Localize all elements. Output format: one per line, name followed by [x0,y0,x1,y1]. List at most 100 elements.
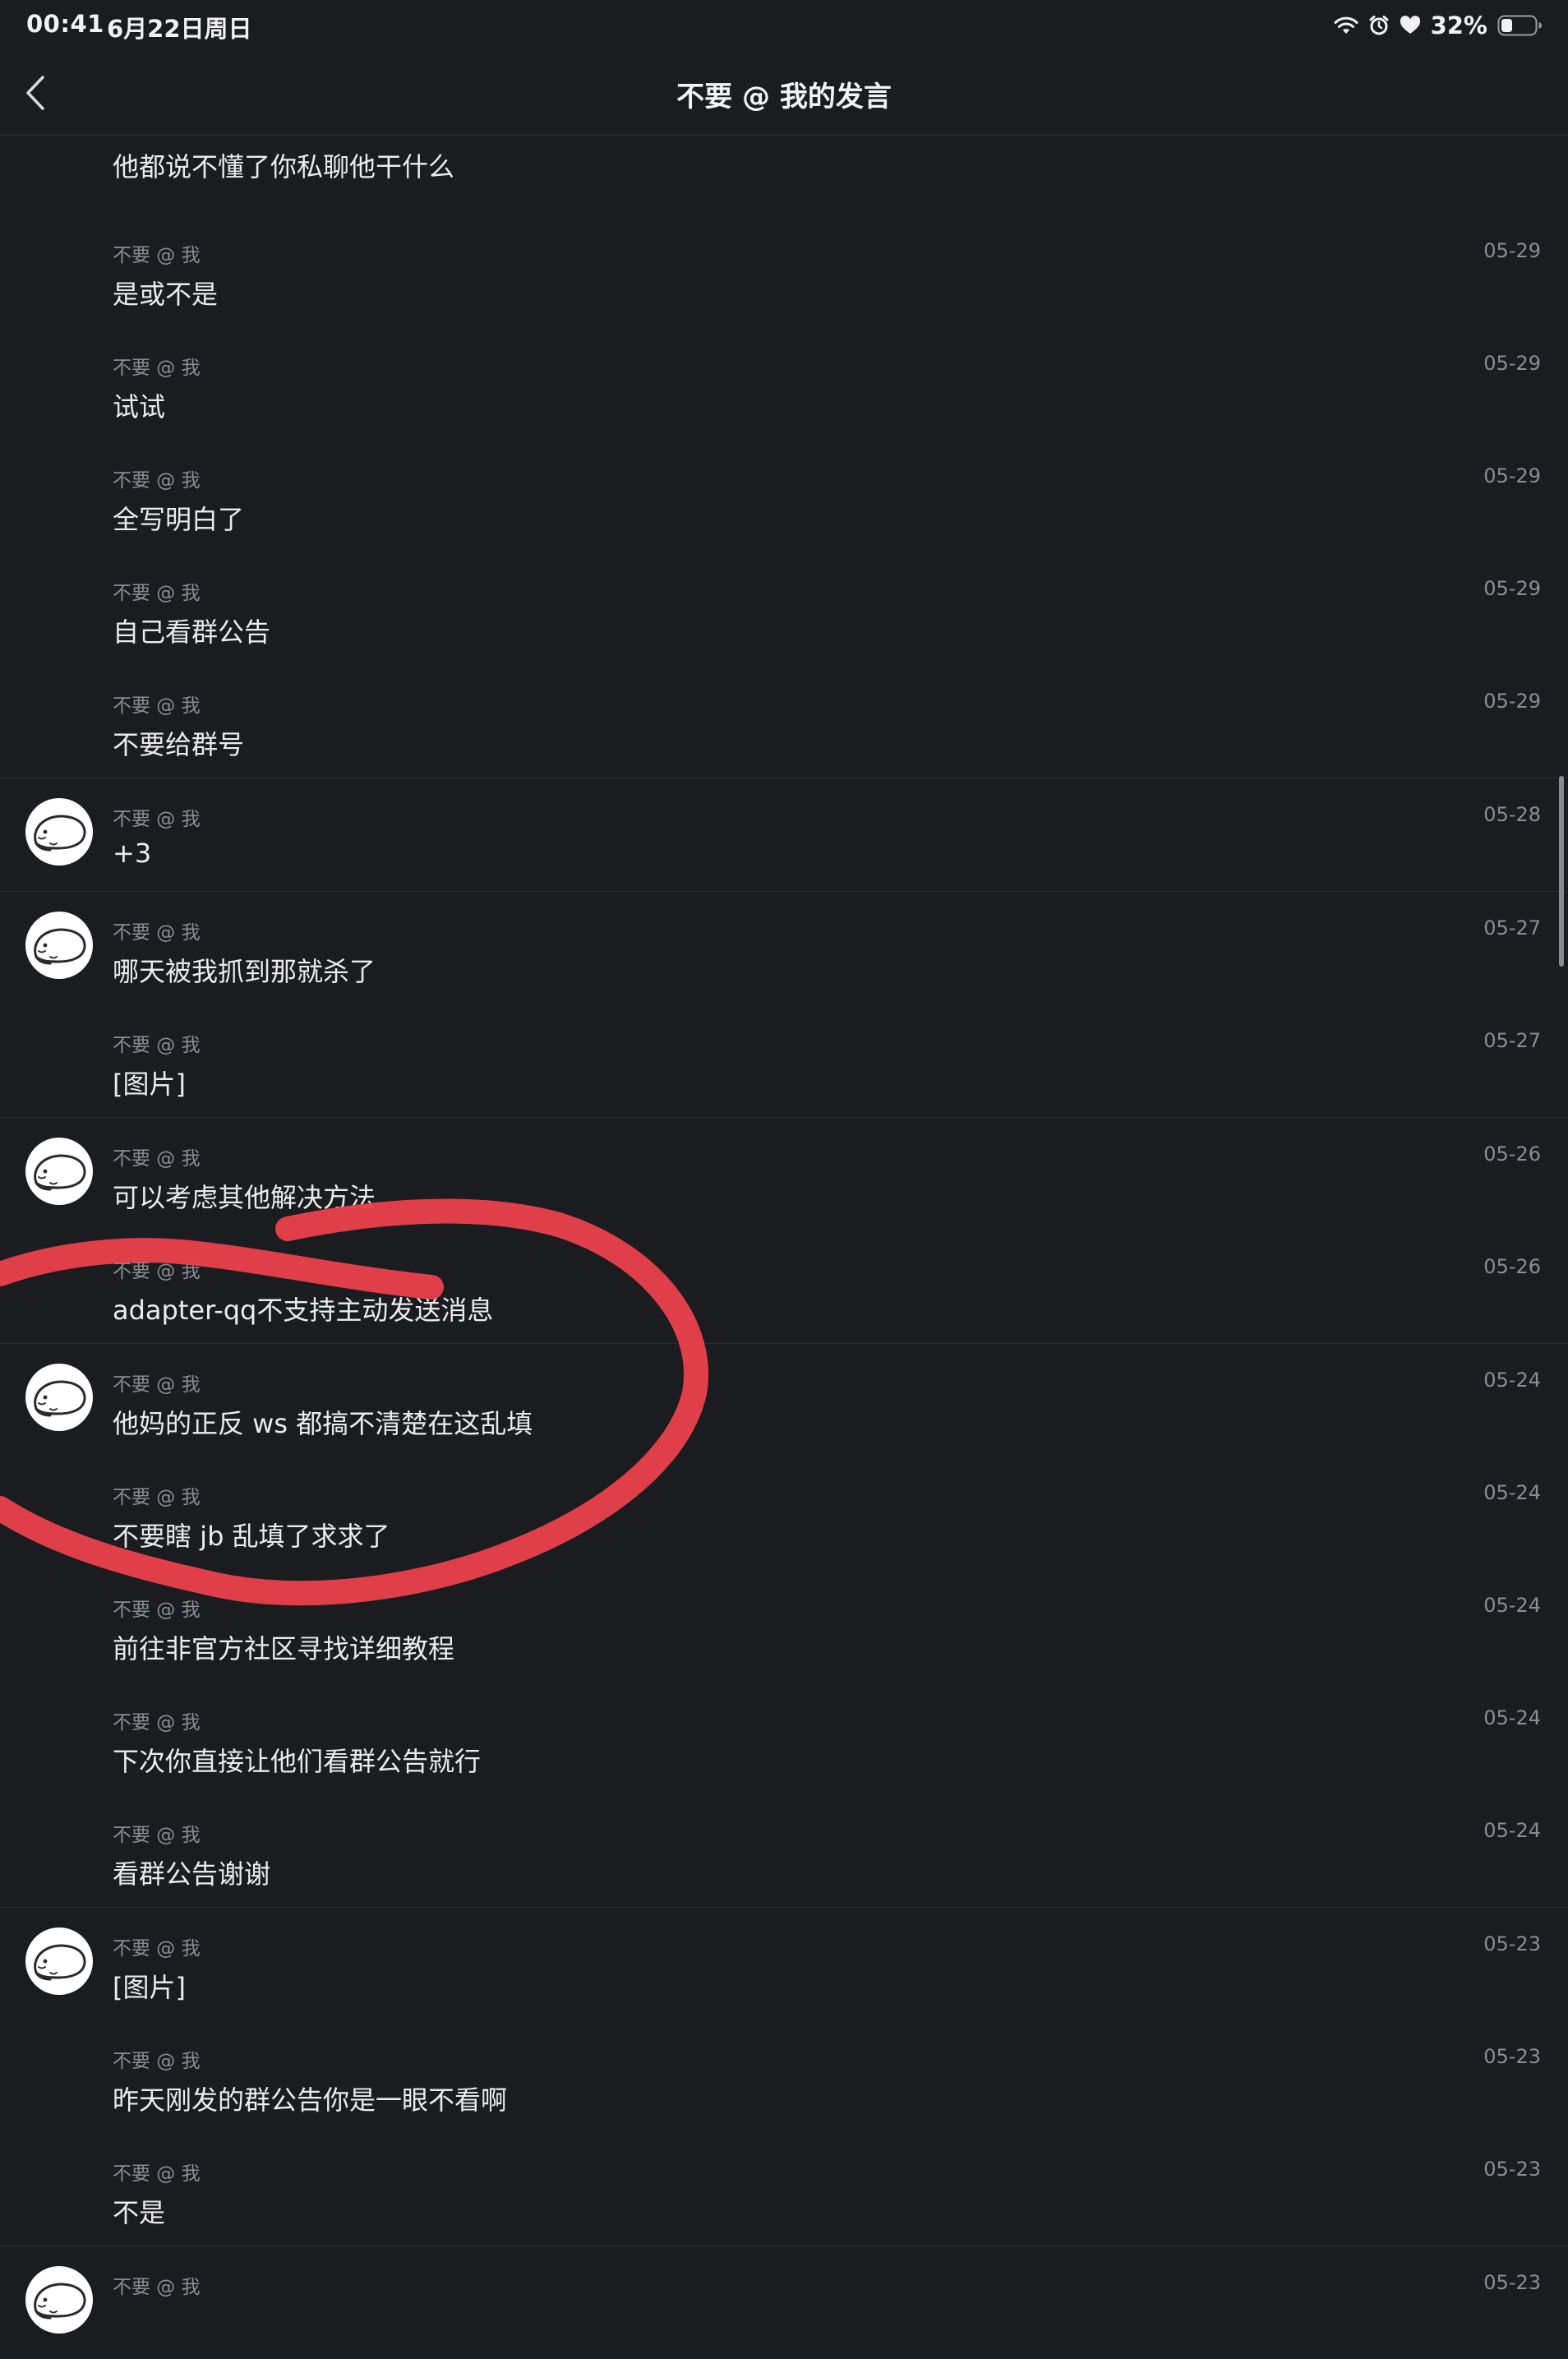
seal-icon [34,928,86,965]
sender-name: 不要 @ 我 [113,1712,201,1733]
list-item[interactable]: 不要 @ 我 05-24 看群公告谢谢 [0,1794,1568,1907]
list-item[interactable]: 不要 @ 我 05-24 下次你直接让他们看群公告就行 [0,1682,1568,1794]
message-text: adapter-qq不支持主动发送消息 [113,1295,494,1326]
sender-name: 不要 @ 我 [113,470,201,492]
list-item[interactable]: 不要 @ 我 05-29 自己看群公告 [0,552,1568,665]
message-text: 昨天刚发的群公告你是一眼不看啊 [113,2084,508,2116]
avatar[interactable] [25,1364,93,1431]
list-item[interactable]: 不要 @ 我 05-29 是或不是 [0,215,1568,327]
list-item[interactable]: 不要 @ 我 05-24 前往非官方社区寻找详细教程 [0,1569,1568,1682]
message-text: [图片] [113,1069,186,1100]
sender-name: 不要 @ 我 [113,1148,201,1170]
message-text: 可以考虑其他解决方法 [113,1182,376,1213]
scroll-indicator[interactable] [1559,776,1564,967]
sender-name: 不要 @ 我 [113,809,201,830]
list-item[interactable]: 不要 @ 我 05-23 昨天刚发的群公告你是一眼不看啊 [0,2020,1568,2133]
sender-name: 不要 @ 我 [113,2163,201,2185]
message-date: 05-23 [1483,1932,1541,1955]
sender-name: 不要 @ 我 [113,2277,201,2298]
sender-name: 不要 @ 我 [113,1938,201,1960]
message-date: 05-29 [1483,239,1541,262]
message-date: 05-23 [1483,2271,1541,2294]
message-date: 05-28 [1483,803,1541,826]
heart-icon [1400,16,1421,35]
avatar[interactable] [25,798,93,866]
list-item[interactable]: 不要 @ 我 05-29 不要给群号 [0,665,1568,778]
sender-name: 不要 @ 我 [113,922,201,944]
message-text: 全写明白了 [113,504,245,535]
seal-icon [34,815,86,852]
seal-icon [34,1380,86,1417]
message-text: 前往非官方社区寻找详细教程 [113,1633,455,1664]
message-date: 05-27 [1483,916,1541,939]
message-date: 05-24 [1483,1594,1541,1617]
seal-icon [34,1944,86,1981]
message-text: 看群公告谢谢 [113,1858,271,1890]
message-date: 05-26 [1483,1143,1541,1166]
sender-name: 不要 @ 我 [113,695,201,717]
message-date: 05-24 [1483,1481,1541,1504]
list-item[interactable]: 他都说不懂了你私聊他干什么 [0,135,1568,215]
message-text: 不是 [113,2197,166,2228]
sender-name: 不要 @ 我 [113,2051,201,2072]
avatar[interactable] [25,1138,93,1205]
page-title: 不要 @ 我的发言 [676,81,892,113]
list-item[interactable]: 不要 @ 我 05-27 [图片] [0,1004,1568,1117]
list-item[interactable]: 不要 @ 我 05-23 不是 [0,2133,1568,2246]
message-text: 是或不是 [113,279,219,310]
sender-name: 不要 @ 我 [113,245,201,266]
sender-name: 不要 @ 我 [113,358,201,379]
message-text: 不要给群号 [113,729,245,760]
sender-name: 不要 @ 我 [113,1374,201,1396]
status-icons: 32% [1334,8,1543,43]
battery-percentage: 32% [1430,12,1487,39]
list-item[interactable]: 不要 @ 我 05-27 哪天被我抓到那就杀了 [0,891,1568,1004]
message-list[interactable]: 他都说不懂了你私聊他干什么 不要 @ 我 05-29 是或不是 不要 @ 我 0… [0,135,1568,2359]
wifi-icon [1334,16,1358,35]
list-item[interactable]: 不要 @ 我 05-29 全写明白了 [0,440,1568,552]
message-date: 05-24 [1483,1706,1541,1729]
sender-name: 不要 @ 我 [113,1487,201,1508]
sender-name: 不要 @ 我 [113,583,201,604]
status-time: 00:41 [26,10,104,38]
sender-name: 不要 @ 我 [113,1261,201,1282]
battery-icon [1497,14,1543,37]
message-date: 05-29 [1483,690,1541,713]
avatar[interactable] [25,2266,93,2334]
message-date: 05-24 [1483,1369,1541,1392]
message-date: 05-29 [1483,352,1541,375]
message-date: 05-27 [1483,1029,1541,1052]
list-item[interactable]: 不要 @ 我 05-26 adapter-qq不支持主动发送消息 [0,1230,1568,1343]
message-date: 05-29 [1483,464,1541,487]
message-text: 下次你直接让他们看群公告就行 [113,1746,482,1777]
list-item[interactable]: 不要 @ 我 05-23 [0,2246,1568,2359]
sender-name: 不要 @ 我 [113,1600,201,1621]
list-item[interactable]: 不要 @ 我 05-26 可以考虑其他解决方法 [0,1117,1568,1230]
seal-icon [34,1154,86,1191]
list-item[interactable]: 不要 @ 我 05-24 他妈的正反 ws 都搞不清楚在这乱填 [0,1343,1568,1456]
message-date: 05-26 [1483,1255,1541,1278]
message-text: 试试 [113,391,166,422]
message-date: 05-23 [1483,2045,1541,2068]
message-text: 他妈的正反 ws 都搞不清楚在这乱填 [113,1408,533,1439]
sender-name: 不要 @ 我 [113,1035,201,1056]
message-date: 05-29 [1483,577,1541,600]
message-text: +3 [113,838,152,869]
list-item[interactable]: 不要 @ 我 05-24 不要瞎 jb 乱填了求求了 [0,1456,1568,1569]
status-bar: 00:41 6月22日周日 32% [0,0,1568,51]
message-text: 自己看群公告 [113,616,271,648]
seal-icon [34,2283,86,2320]
nav-bar: 不要 @ 我的发言 [0,51,1568,136]
sender-name: 不要 @ 我 [113,1825,201,1846]
list-item[interactable]: 不要 @ 我 05-29 试试 [0,327,1568,440]
message-text: 哪天被我抓到那就杀了 [113,956,376,987]
list-item[interactable]: 不要 @ 我 05-28 +3 [0,778,1568,891]
message-text: [图片] [113,1972,186,2003]
alarm-icon [1368,15,1390,36]
message-text: 不要瞎 jb 乱填了求求了 [113,1521,390,1552]
avatar[interactable] [25,912,93,979]
list-item[interactable]: 不要 @ 我 05-23 [图片] [0,1907,1568,2020]
message-date: 05-24 [1483,1819,1541,1842]
message-text: 他都说不懂了你私聊他干什么 [113,151,455,182]
avatar[interactable] [25,1927,93,1995]
